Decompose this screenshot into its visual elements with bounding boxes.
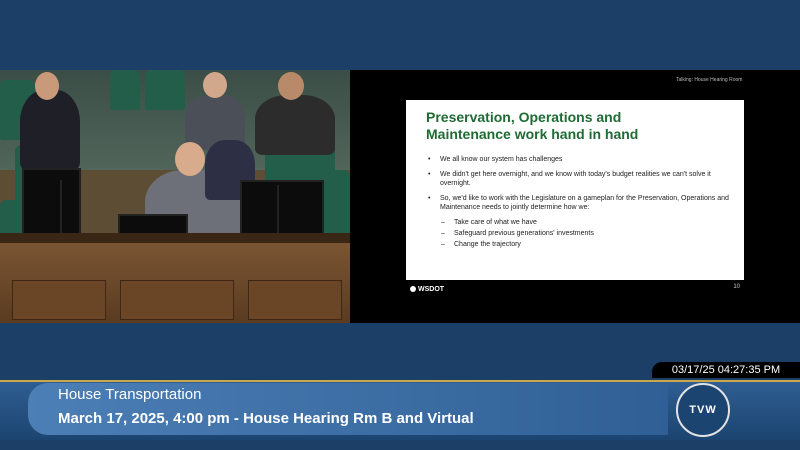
slide-bullets: We all know our system has challenges We… bbox=[426, 155, 731, 251]
bullet-item: We all know our system has challenges bbox=[426, 155, 731, 164]
sub-bullet-item: Change the trajectory bbox=[426, 240, 731, 249]
chair bbox=[145, 70, 185, 110]
presentation-slide: Preservation, Operations and Maintenance… bbox=[406, 100, 744, 310]
program-subtitle: March 17, 2025, 4:00 pm - House Hearing … bbox=[58, 410, 474, 427]
room-label: Talking: House Hearing Room bbox=[676, 77, 743, 83]
desk-panel bbox=[120, 280, 234, 320]
slide-title-line: Preservation, Operations and bbox=[426, 109, 622, 125]
microphone bbox=[277, 185, 279, 235]
hearing-room-video bbox=[0, 70, 350, 323]
audience-member-head bbox=[278, 72, 304, 100]
wsdot-logo-text: WSDOT bbox=[418, 285, 445, 293]
tvw-logo-text: TVW bbox=[689, 404, 717, 416]
sub-bullet-item: Take care of what we have bbox=[426, 218, 731, 227]
slide-page-number: 10 bbox=[733, 284, 740, 290]
microphone bbox=[60, 180, 62, 235]
broadcast-timestamp: 03/17/25 04:27:35 PM bbox=[652, 362, 800, 378]
wsdot-mark-icon bbox=[410, 286, 416, 292]
desk-rail bbox=[0, 233, 350, 243]
monitor bbox=[22, 168, 81, 240]
slide-title-line: Maintenance work hand in hand bbox=[426, 126, 639, 142]
slide-title: Preservation, Operations and Maintenance… bbox=[426, 109, 731, 143]
desk-panel bbox=[248, 280, 342, 320]
tvw-logo-icon: TVW bbox=[676, 383, 730, 437]
bullet-item: We didn't get here overnight, and we kno… bbox=[426, 170, 731, 188]
audience-member bbox=[255, 95, 335, 155]
audience-member-head bbox=[203, 72, 227, 98]
slide-footer: WSDOT 10 bbox=[406, 280, 744, 310]
sub-bullet-item: Safeguard previous generations' investme… bbox=[426, 229, 731, 238]
audience-member-head bbox=[35, 72, 59, 100]
audience-member bbox=[20, 90, 80, 170]
testifier-head bbox=[175, 142, 205, 176]
wsdot-logo: WSDOT bbox=[410, 284, 444, 294]
program-title: House Transportation bbox=[58, 386, 202, 403]
presentation-feed: Talking: House Hearing Room Preservation… bbox=[350, 70, 800, 323]
chair bbox=[110, 70, 140, 110]
desk-panel bbox=[12, 280, 106, 320]
bullet-item: So, we'd like to work with the Legislatu… bbox=[426, 194, 731, 212]
